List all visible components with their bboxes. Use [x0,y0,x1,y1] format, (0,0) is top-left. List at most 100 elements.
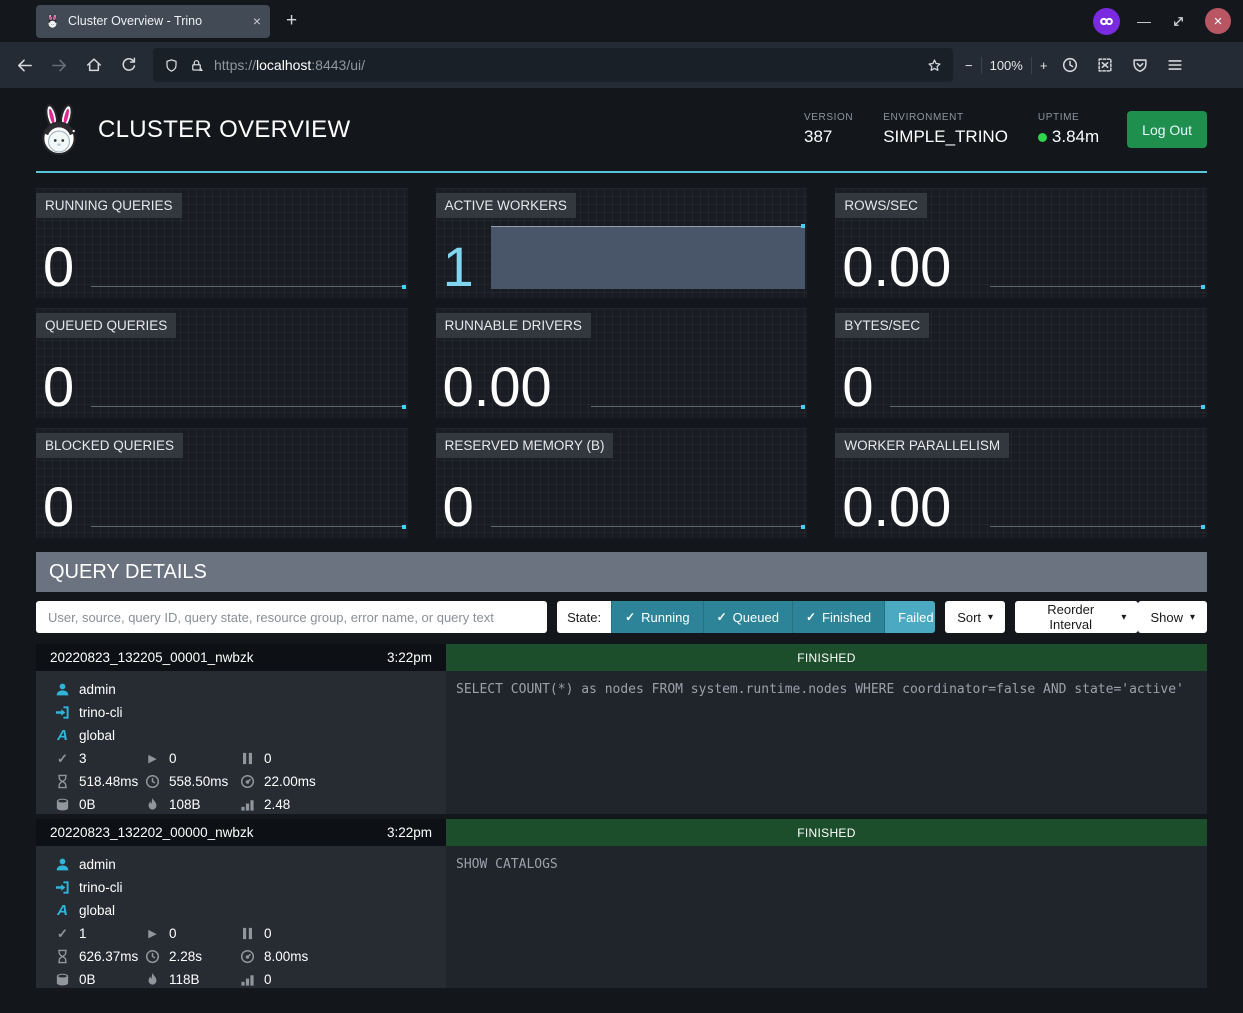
check-icon: ✓ [55,751,70,767]
filter-queued-button[interactable]: ✓ Queued [703,601,792,633]
query-sql-text: SELECT COUNT(*) as nodes FROM system.run… [446,671,1207,814]
menu-hamburger-icon[interactable] [1159,49,1191,81]
filter-finished-button[interactable]: ✓ Finished [792,601,884,633]
restore-button[interactable] [1168,11,1188,31]
running-splits: 0 [169,926,177,941]
panel-value: 0.00 [842,239,951,295]
app-header: CLUSTER OVERVIEW VERSION 387 ENVIRONMENT… [36,88,1207,173]
queued-splits: 0 [264,926,272,941]
user-icon [55,857,70,872]
environment-label: ENVIRONMENT [883,112,1008,123]
sparkline-dot [801,224,805,228]
zoom-out-button[interactable]: − [965,58,973,73]
execution-time: 22.00ms [264,774,316,789]
panel-value: 1 [443,239,474,295]
query-time: 3:22pm [387,650,432,665]
logout-button[interactable]: Log Out [1127,111,1207,148]
tab-bar: Cluster Overview - Trino × + — × [0,0,1243,42]
panel-label: RUNNING QUERIES [36,193,182,218]
show-label: Show [1150,610,1183,625]
query-user: admin [79,682,116,697]
tracking-shield-icon[interactable] [164,58,179,73]
uptime-label: UPTIME [1038,112,1099,123]
show-dropdown[interactable]: Show ▾ [1138,601,1207,633]
back-button[interactable] [8,49,40,81]
clock-icon [145,774,160,789]
reorder-interval-dropdown[interactable]: Reorder Interval ▾ [1015,601,1138,633]
check-icon: ✓ [806,610,816,624]
home-button[interactable] [78,49,110,81]
sparkline [91,526,405,527]
new-tab-button[interactable]: + [286,10,297,32]
query-id-link[interactable]: 20220823_132202_00000_nwbzk [50,825,253,840]
hourglass-icon [55,949,70,964]
zoom-level[interactable]: 100% [990,58,1023,73]
url-bar[interactable]: https://localhost:8443/ui/ [153,48,953,82]
current-memory: 0B [79,972,96,987]
browser-window: Cluster Overview - Trino × + — × [0,0,1243,1013]
version-label: VERSION [804,112,853,123]
pocket-icon[interactable] [1124,49,1156,81]
state-filter-label: State: [557,601,611,633]
filter-running-label: Running [641,610,689,625]
state-filter-group: State: ✓ Running ✓ Queued ✓ Finished Fai… [557,601,935,633]
play-icon: ▶ [145,927,160,940]
cluster-stats: VERSION 387 ENVIRONMENT SIMPLE_TRINO UPT… [804,112,1099,147]
stat-panel-rows-sec: ROWS/SEC 0.00 [835,188,1207,298]
tab-title: Cluster Overview - Trino [68,14,245,28]
check-icon: ✓ [625,610,635,624]
database-icon [55,972,70,987]
query-id-bar: 20220823_132205_00001_nwbzk 3:22pm [36,644,446,671]
query-time: 3:22pm [387,825,432,840]
stat-panel-reserved-memory: RESERVED MEMORY (B) 0 [436,428,808,538]
panel-value: 0.00 [842,479,951,535]
queued-splits: 0 [264,751,272,766]
chevron-down-icon: ▾ [1190,612,1195,623]
sparkline-dot [801,525,805,529]
panel-label: BYTES/SEC [835,313,929,338]
query-id-bar: 20220823_132202_00000_nwbzk 3:22pm [36,819,446,846]
query-sql-text: SHOW CATALOGS [446,846,1207,988]
forward-button[interactable] [43,49,75,81]
query-source: trino-cli [79,880,123,895]
sparkline-dot [801,405,805,409]
browser-tab[interactable]: Cluster Overview - Trino × [36,5,270,38]
wall-time: 518.48ms [79,774,138,789]
sparkline-dot [1201,285,1205,289]
filter-running-button[interactable]: ✓ Running [611,601,703,633]
history-clock-icon[interactable] [1054,49,1086,81]
sort-dropdown[interactable]: Sort ▾ [945,601,1005,633]
cumulative-memory: 0 [264,972,272,987]
reload-button[interactable] [113,49,145,81]
zoom-in-button[interactable]: + [1040,58,1048,73]
panel-label: RUNNABLE DRIVERS [436,313,591,338]
cumulative-chart-icon [240,972,255,987]
stat-panel-worker-parallelism: WORKER PARALLELISM 0.00 [835,428,1207,538]
trino-favicon-icon [45,14,60,29]
query-search-input[interactable] [36,601,547,633]
stat-panels-grid: RUNNING QUERIES 0 ACTIVE WORKERS 1 ROWS/… [36,188,1207,538]
close-window-button[interactable]: × [1205,8,1231,34]
panel-label: RESERVED MEMORY (B) [436,433,614,458]
cumulative-chart-icon [240,797,255,812]
panel-label: ROWS/SEC [835,193,927,218]
chevron-down-icon: ▾ [1121,612,1126,623]
current-memory: 0B [79,797,96,812]
bookmark-star-icon[interactable] [927,58,942,73]
version-value: 387 [804,127,853,147]
query-details-title: QUERY DETAILS [49,561,207,584]
cumulative-memory: 2.48 [264,797,290,812]
filter-failed-dropdown[interactable]: Failed ▾ [884,601,935,633]
url-text[interactable]: https://localhost:8443/ui/ [214,57,917,73]
minimize-button[interactable]: — [1137,13,1151,29]
query-id-link[interactable]: 20220823_132205_00001_nwbzk [50,650,253,665]
version-stat: VERSION 387 [804,112,853,147]
lock-warning-icon[interactable] [189,58,204,73]
query-row: 20220823_132202_00000_nwbzk 3:22pm FINIS… [36,819,1207,988]
tab-close-icon[interactable]: × [253,14,261,28]
database-icon [55,797,70,812]
query-status-badge: FINISHED [446,644,1207,671]
reorder-interval-label: Reorder Interval [1027,602,1114,632]
completed-splits: 3 [79,751,87,766]
screenshot-icon[interactable] [1089,49,1121,81]
